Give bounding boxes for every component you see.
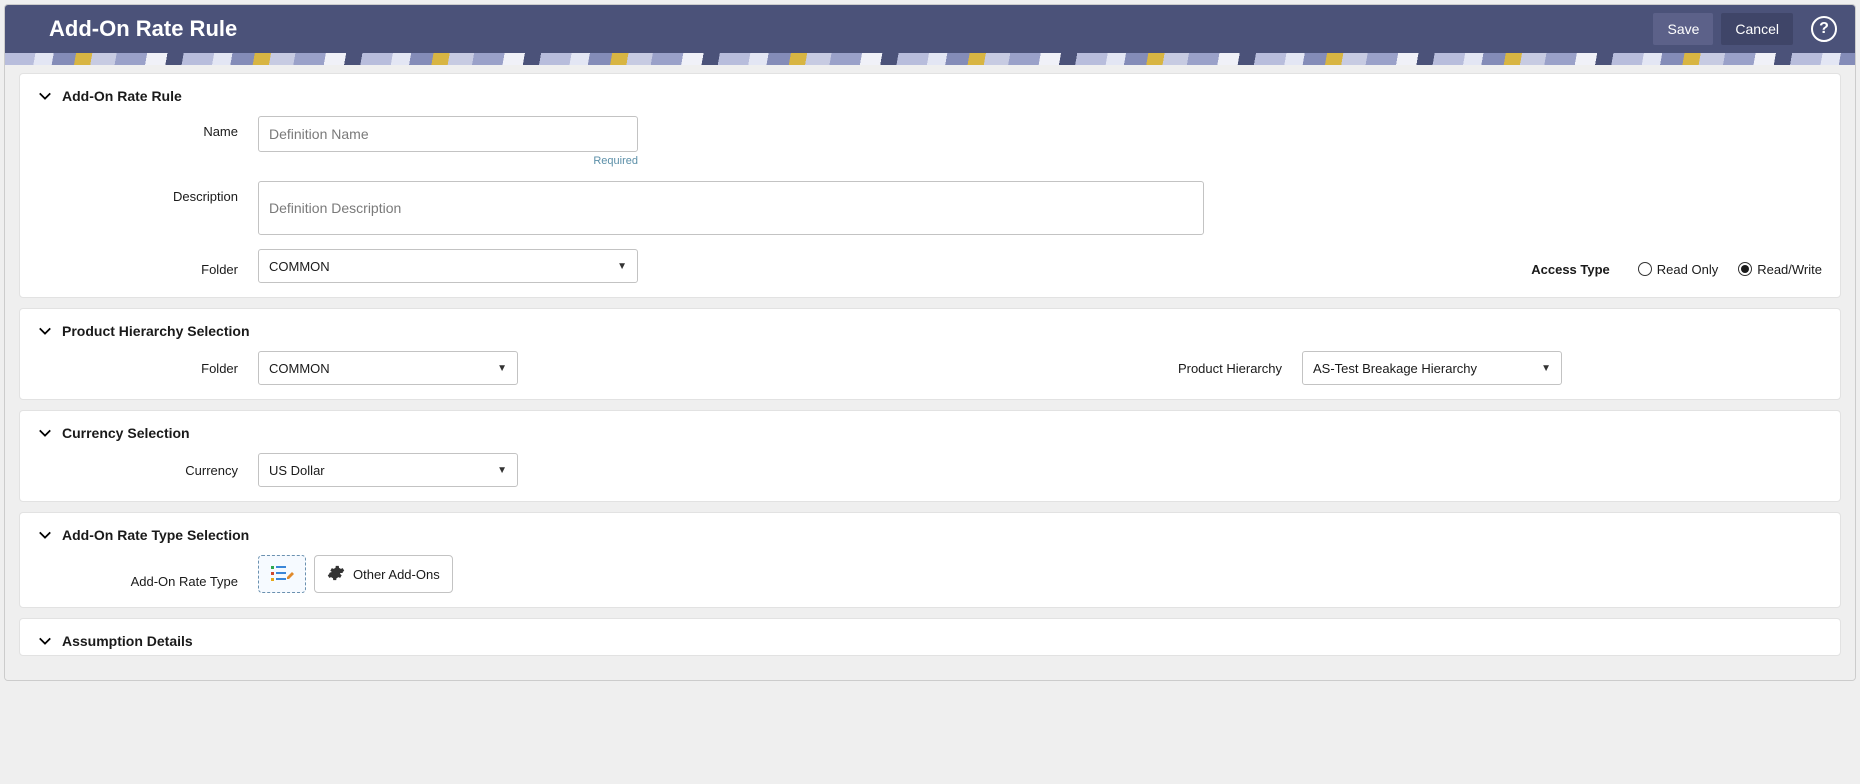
rate-type-label: Add-On Rate Type bbox=[38, 560, 258, 589]
panel-product-hierarchy: Product Hierarchy Selection Folder COMMO… bbox=[19, 308, 1841, 400]
currency-row: Currency US Dollar ▼ bbox=[38, 453, 1822, 487]
page-title: Add-On Rate Rule bbox=[49, 16, 1645, 42]
panel-ph-title: Product Hierarchy Selection bbox=[62, 323, 250, 339]
row-name: Name Required bbox=[38, 116, 1822, 167]
panel-assumption-title: Assumption Details bbox=[62, 633, 193, 649]
caret-down-icon: ▼ bbox=[1541, 363, 1551, 374]
ph-folder-value: COMMON bbox=[269, 361, 330, 376]
ph-folder-label: Folder bbox=[38, 361, 258, 376]
chevron-down-icon[interactable] bbox=[38, 528, 52, 542]
panel-currency-header: Currency Selection bbox=[38, 425, 1822, 441]
banner-decoration bbox=[5, 53, 1855, 65]
caret-down-icon: ▼ bbox=[497, 465, 507, 476]
chevron-down-icon[interactable] bbox=[38, 634, 52, 648]
currency-select[interactable]: US Dollar ▼ bbox=[258, 453, 518, 487]
rate-list-edit-button[interactable] bbox=[258, 555, 306, 593]
panel-rate-type-header: Add-On Rate Type Selection bbox=[38, 527, 1822, 543]
panel-ph-header: Product Hierarchy Selection bbox=[38, 323, 1822, 339]
gear-icon bbox=[327, 564, 345, 585]
page-header: Add-On Rate Rule Save Cancel ? bbox=[5, 5, 1855, 53]
chevron-down-icon[interactable] bbox=[38, 426, 52, 440]
panel-currency: Currency Selection Currency US Dollar ▼ bbox=[19, 410, 1841, 502]
access-type-block: Access Type Read Only Read/Write bbox=[1531, 256, 1822, 277]
folder-select[interactable]: COMMON ▼ bbox=[258, 249, 638, 283]
chevron-down-icon[interactable] bbox=[38, 89, 52, 103]
ph-hierarchy-label: Product Hierarchy bbox=[1178, 361, 1302, 376]
cancel-button[interactable]: Cancel bbox=[1721, 13, 1793, 45]
ph-hierarchy-value: AS-Test Breakage Hierarchy bbox=[1313, 361, 1477, 376]
save-button[interactable]: Save bbox=[1653, 13, 1713, 45]
content-area: Add-On Rate Rule Name Required Descripti… bbox=[5, 65, 1855, 680]
name-hint: Required bbox=[258, 155, 638, 167]
other-addons-button[interactable]: Other Add-Ons bbox=[314, 555, 453, 593]
rate-type-row: Add-On Rate Type bbox=[38, 555, 1822, 593]
row-description: Description bbox=[38, 181, 1822, 235]
radio-read-write[interactable]: Read/Write bbox=[1738, 262, 1822, 277]
help-icon[interactable]: ? bbox=[1811, 16, 1837, 42]
panel-rule: Add-On Rate Rule Name Required Descripti… bbox=[19, 73, 1841, 298]
panel-rate-type-title: Add-On Rate Type Selection bbox=[62, 527, 249, 543]
name-label: Name bbox=[38, 116, 258, 139]
panel-rule-title: Add-On Rate Rule bbox=[62, 88, 182, 104]
description-input[interactable] bbox=[258, 181, 1204, 235]
access-type-label: Access Type bbox=[1531, 262, 1610, 277]
panel-rule-header: Add-On Rate Rule bbox=[38, 88, 1822, 104]
panel-assumption-header: Assumption Details bbox=[38, 633, 1822, 649]
chevron-down-icon[interactable] bbox=[38, 324, 52, 338]
radio-read-only[interactable]: Read Only bbox=[1638, 262, 1718, 277]
currency-label: Currency bbox=[38, 463, 258, 478]
folder-select-value: COMMON bbox=[269, 259, 330, 274]
radio-read-only-label: Read Only bbox=[1657, 262, 1718, 277]
ph-folder-select[interactable]: COMMON ▼ bbox=[258, 351, 518, 385]
currency-value: US Dollar bbox=[269, 463, 325, 478]
panel-currency-title: Currency Selection bbox=[62, 425, 190, 441]
ph-row: Folder COMMON ▼ Product Hierarchy AS-Tes… bbox=[38, 351, 1822, 385]
description-label: Description bbox=[38, 181, 258, 204]
radio-read-write-label: Read/Write bbox=[1757, 262, 1822, 277]
caret-down-icon: ▼ bbox=[617, 261, 627, 272]
app-root: Add-On Rate Rule Save Cancel ? Add-On Ra… bbox=[4, 4, 1856, 681]
folder-label: Folder bbox=[38, 256, 258, 277]
row-folder-access: Folder COMMON ▼ Access Type Read Only bbox=[38, 249, 1822, 283]
ph-hierarchy-select[interactable]: AS-Test Breakage Hierarchy ▼ bbox=[1302, 351, 1562, 385]
name-input[interactable] bbox=[258, 116, 638, 152]
panel-rate-type: Add-On Rate Type Selection Add-On Rate T… bbox=[19, 512, 1841, 608]
other-addons-label: Other Add-Ons bbox=[353, 567, 440, 582]
caret-down-icon: ▼ bbox=[497, 363, 507, 374]
panel-assumption: Assumption Details bbox=[19, 618, 1841, 656]
